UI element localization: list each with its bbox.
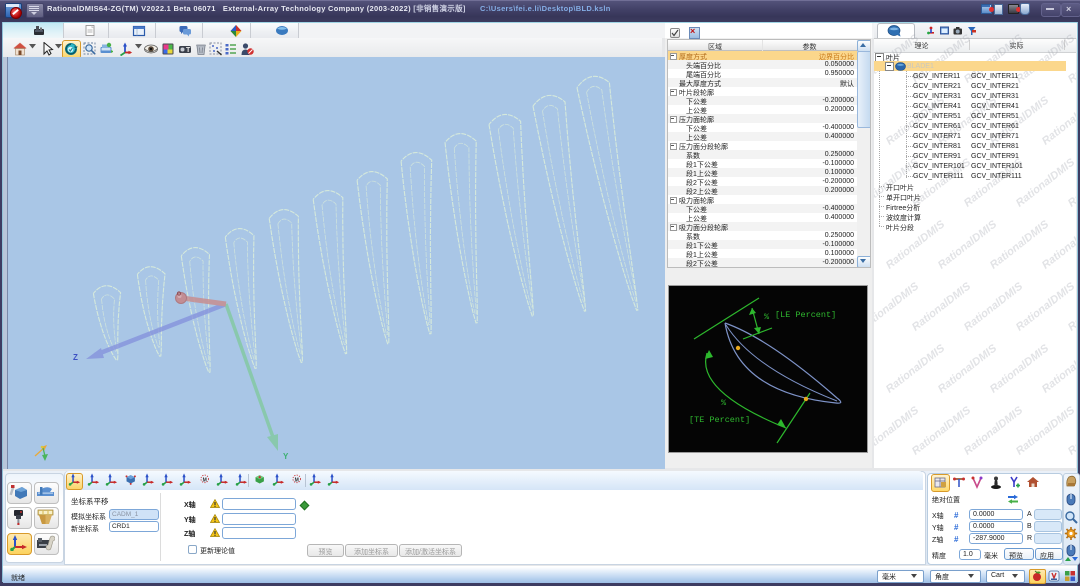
svg-text:%: %: [764, 312, 770, 322]
svg-text:T: T: [186, 47, 191, 54]
svg-text:Y: Y: [283, 452, 289, 461]
svg-text:Z: Z: [73, 353, 78, 362]
svg-text:M: M: [295, 477, 299, 483]
svg-text:M: M: [202, 477, 206, 483]
svg-text:[TE Percent]: [TE Percent]: [689, 415, 750, 425]
svg-text:[LE Percent]: [LE Percent]: [775, 310, 836, 320]
svg-text:%: %: [721, 398, 727, 408]
